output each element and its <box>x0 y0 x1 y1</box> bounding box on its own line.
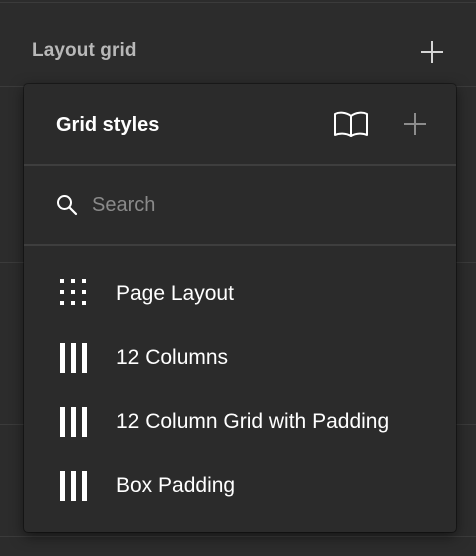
list-item-label: 12 Column Grid with Padding <box>116 410 390 433</box>
add-layout-grid-button[interactable] <box>418 38 446 66</box>
popup-header: Grid styles <box>24 84 456 164</box>
section-divider <box>0 536 476 537</box>
list-item[interactable]: 12 Columns <box>24 326 456 390</box>
columns-icon <box>58 470 92 502</box>
list-item-label: Box Padding <box>116 474 236 497</box>
list-item-label: Page Layout <box>116 282 234 305</box>
search-separator <box>24 244 456 246</box>
plus-icon <box>404 113 426 135</box>
search-input[interactable] <box>92 188 422 222</box>
design-panel: Layout grid Grid styles Search Page Layo… <box>0 0 476 556</box>
popup-title: Grid styles <box>56 114 160 136</box>
columns-icon <box>58 406 92 438</box>
book-icon <box>334 111 368 137</box>
list-item-label: 12 Columns <box>116 346 229 369</box>
columns-icon <box>58 342 92 374</box>
list-item[interactable]: Page Layout <box>24 262 456 326</box>
search-icon <box>56 194 78 216</box>
library-button[interactable] <box>332 110 370 138</box>
grid-dots-icon <box>58 278 92 310</box>
grid-styles-popup: Grid styles Search Page Layout 12 Column… <box>24 84 456 532</box>
plus-icon <box>421 41 443 63</box>
layout-grid-title: Layout grid <box>32 40 137 61</box>
grid-styles-list: Page Layout 12 Columns 12 Column Grid wi… <box>24 262 456 518</box>
list-item[interactable]: Box Padding <box>24 454 456 518</box>
layout-grid-section-header: Layout grid <box>0 0 476 88</box>
list-item[interactable]: 12 Column Grid with Padding <box>24 390 456 454</box>
search-bar <box>24 166 456 244</box>
create-grid-style-button[interactable] <box>402 111 428 137</box>
